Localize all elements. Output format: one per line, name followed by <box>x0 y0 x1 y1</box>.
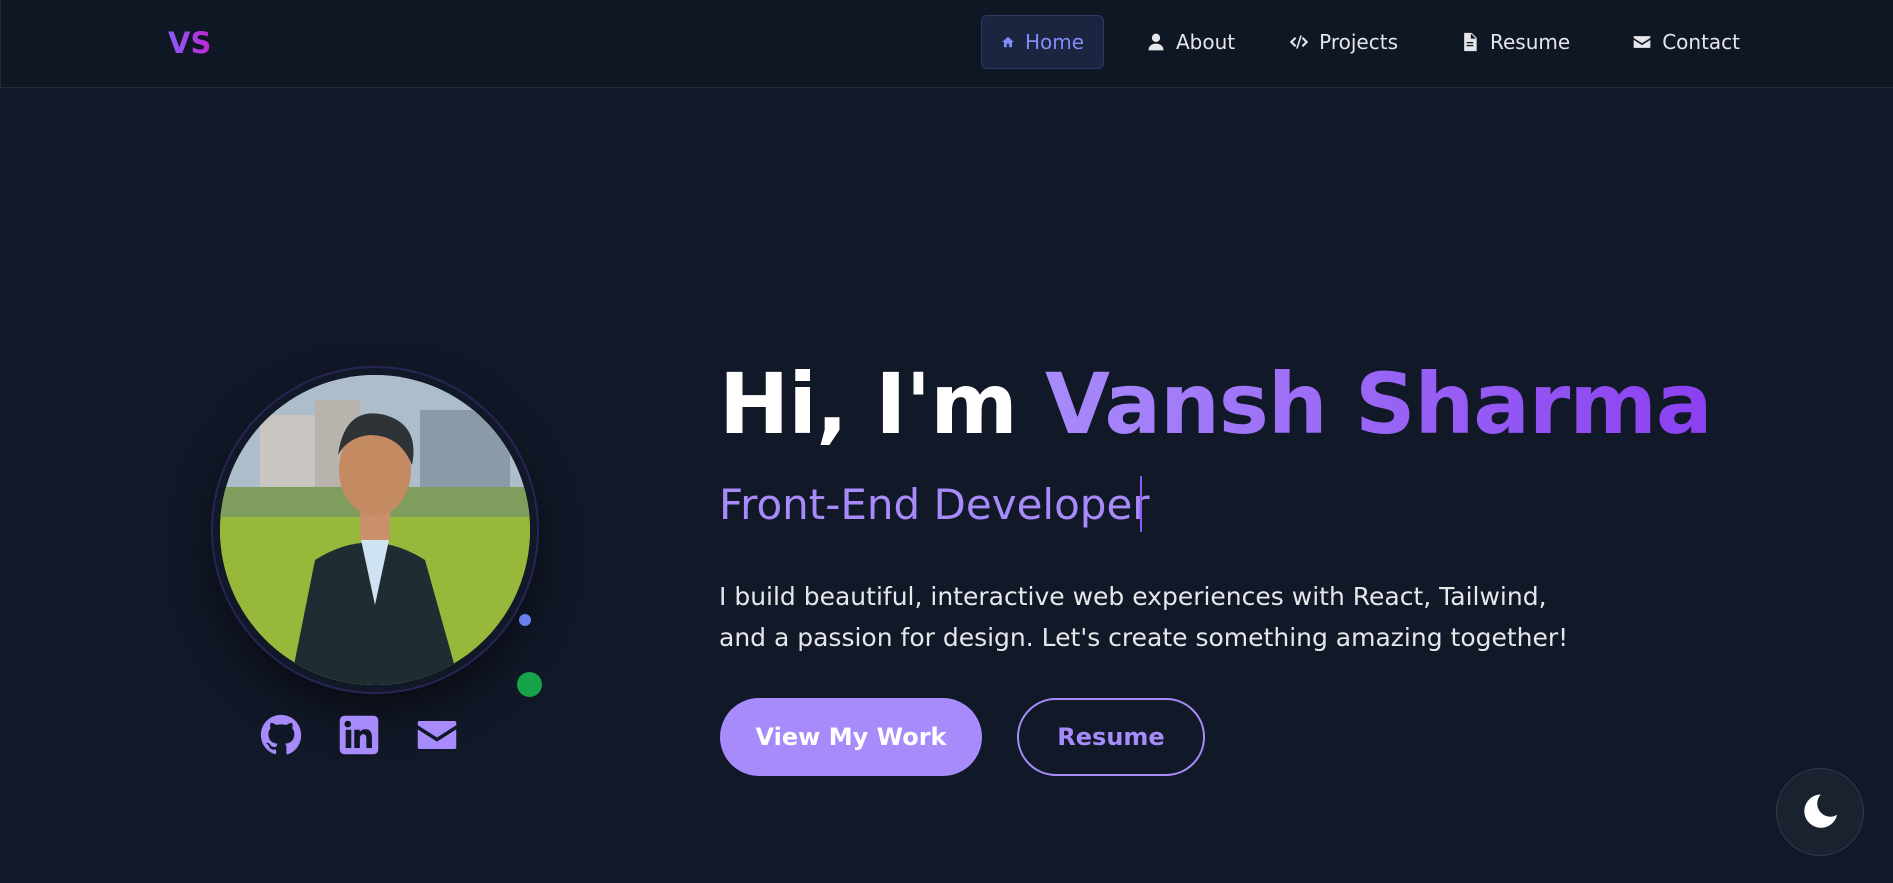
nav-item-label: Resume <box>1490 30 1571 54</box>
hero-greeting: Hi, I'm <box>719 355 1018 453</box>
status-dot-green <box>517 672 542 697</box>
typing-cursor <box>1140 476 1142 532</box>
nav-item-home[interactable]: Home <box>981 15 1104 69</box>
nav-item-resume[interactable]: Resume <box>1440 15 1590 69</box>
hero-role: Front-End Developer <box>719 480 1150 529</box>
nav-item-contact[interactable]: Contact <box>1612 15 1760 69</box>
nav-menu: Home About Projects Resume Contact <box>981 15 1774 69</box>
nav-item-about[interactable]: About <box>1126 15 1255 69</box>
nav-item-label: Home <box>1024 30 1084 54</box>
hero-title: Hi, I'm Vansh Sharma <box>719 355 1713 453</box>
file-icon <box>1464 32 1477 52</box>
linkedin-link[interactable] <box>338 714 380 756</box>
envelope-icon <box>1633 36 1651 48</box>
nav-item-label: Projects <box>1319 30 1398 54</box>
home-icon <box>1002 36 1014 48</box>
code-icon <box>1289 35 1309 49</box>
user-icon <box>1148 33 1164 51</box>
github-link[interactable] <box>260 714 302 756</box>
nav-item-label: About <box>1176 30 1236 54</box>
github-icon <box>260 714 302 755</box>
logo[interactable]: VS <box>168 26 211 60</box>
nav-item-label: Contact <box>1662 30 1740 54</box>
hero-description: I build beautiful, interactive web exper… <box>719 582 1569 652</box>
social-links <box>260 714 458 756</box>
moon-icon <box>1804 794 1838 828</box>
email-link[interactable] <box>416 714 458 756</box>
resume-button[interactable]: Resume <box>1017 698 1205 776</box>
status-dot-blue <box>519 614 531 626</box>
avatar <box>220 375 530 685</box>
nav-item-projects[interactable]: Projects <box>1269 15 1418 69</box>
hero-name: Vansh Sharma <box>1045 355 1713 453</box>
navbar: VS Home About Projects Resume Contact <box>0 0 1893 88</box>
linkedin-icon <box>339 715 379 755</box>
view-my-work-button[interactable]: View My Work <box>720 698 982 776</box>
theme-toggle-button[interactable] <box>1776 768 1864 856</box>
envelope-icon <box>417 721 457 749</box>
profile-photo <box>220 375 530 685</box>
